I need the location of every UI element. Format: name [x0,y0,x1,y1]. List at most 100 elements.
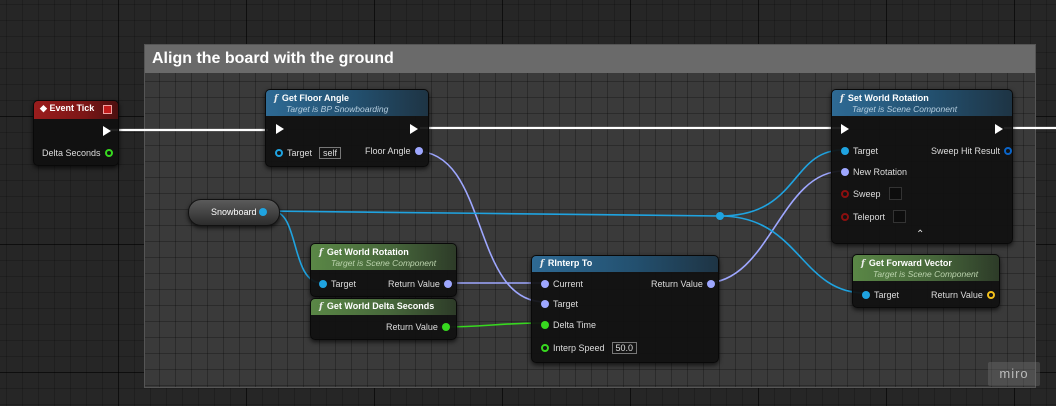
function-icon: f [319,248,323,258]
interp-speed-pin[interactable]: Interp Speed 50.0 [541,342,638,354]
snowboard-variable-node[interactable]: Snowboard [188,199,280,226]
current-label: Current [553,279,584,289]
delta-time-pin[interactable]: Delta Time [541,320,600,330]
delegate-pin-icon[interactable] [103,105,112,114]
function-icon: f [861,259,865,269]
new-rotation-label: New Rotation [853,167,908,177]
get-world-rotation-title-wrap: f Get World Rotation [319,247,409,258]
float-pin-icon[interactable] [541,344,549,352]
set-world-rotation-header: f Set World Rotation Target is Scene Comp… [832,90,1012,116]
get-world-delta-header: f Get World Delta Seconds [311,299,456,315]
exec-out-pin[interactable] [410,124,418,134]
object-pin-icon[interactable] [841,147,849,155]
delta-seconds-pin[interactable]: Delta Seconds [42,148,113,158]
bool-pin-icon[interactable] [841,212,849,221]
interp-speed-field[interactable]: 50.0 [611,342,638,354]
get-forward-vector-title-wrap: f Get Forward Vector [861,258,952,269]
get-floor-angle-title-wrap: f Get Floor Angle [274,93,349,104]
float-pin-icon[interactable] [441,323,450,331]
get-world-rotation-node[interactable]: f Get World Rotation Target is Scene Comp… [310,243,457,297]
function-icon: f [274,94,278,104]
object-pin-icon[interactable] [862,291,870,299]
bool-pin-icon[interactable] [841,189,849,198]
return-value-label: Return Value [386,322,438,332]
vector-pin-icon[interactable] [986,291,995,299]
exec-out-pin[interactable] [103,126,111,136]
target-pin[interactable]: Target self [275,147,342,159]
get-floor-angle-header: f Get Floor Angle Target is BP Snowboardi… [266,90,428,116]
rotator-pin-icon[interactable] [443,280,452,288]
rotator-pin-icon[interactable] [841,168,849,176]
target-pin[interactable]: Target [541,299,582,309]
object-pin-icon[interactable] [319,280,327,288]
get-forward-vector-node[interactable]: f Get Forward Vector Target is Scene Comp… [852,254,1000,308]
function-icon: f [540,259,544,269]
set-world-rotation-subtitle: Target is Scene Component [852,104,958,114]
rotator-pin-icon[interactable] [414,147,423,155]
sweep-checkbox[interactable] [888,187,902,200]
get-world-rotation-header: f Get World Rotation Target is Scene Comp… [311,244,456,270]
return-value-pin[interactable]: Return Value [927,290,995,300]
sweep-pin[interactable]: Sweep [841,187,902,200]
get-world-rotation-subtitle: Target is Scene Component [331,258,437,268]
target-self-field[interactable]: self [319,147,342,159]
floor-angle-label: Floor Angle [365,146,411,156]
event-tick-node[interactable]: ◆ Event Tick Delta Seconds [33,100,119,166]
return-value-label: Return Value [651,279,703,289]
exec-in-pin[interactable] [276,124,284,134]
set-world-rotation-node[interactable]: f Set World Rotation Target is Scene Comp… [831,89,1013,244]
sweep-hit-result-pin[interactable]: Sweep Hit Result [927,146,1013,156]
rinterp-title: RInterp To [547,258,593,268]
get-world-delta-title-wrap: f Get World Delta Seconds [319,301,434,312]
get-forward-vector-subtitle: Target is Scene Component [873,269,979,279]
event-tick-header: ◆ Event Tick [34,101,118,119]
floor-angle-pin[interactable]: Floor Angle [361,146,423,156]
interp-speed-label: Interp Speed [553,343,605,353]
comment-title[interactable]: Align the board with the ground [145,45,1035,73]
get-forward-vector-title: Get Forward Vector [868,258,952,268]
return-value-pin[interactable]: Return Value [384,279,452,289]
snowboard-label: Snowboard [211,207,257,217]
target-pin[interactable]: Target [319,279,360,289]
delta-time-label: Delta Time [553,320,597,330]
get-forward-vector-header: f Get Forward Vector Target is Scene Comp… [853,255,999,281]
struct-pin-icon[interactable] [1004,147,1013,155]
teleport-pin[interactable]: Teleport [841,210,907,223]
return-value-label: Return Value [388,279,440,289]
set-world-rotation-title-wrap: f Set World Rotation [840,93,929,104]
return-value-label: Return Value [931,290,983,300]
teleport-checkbox[interactable] [893,210,907,223]
miro-watermark: miro [988,362,1040,386]
get-world-delta-seconds-node[interactable]: f Get World Delta Seconds Return Value [310,298,457,340]
function-icon: f [319,302,323,312]
target-label: Target [287,148,313,158]
rotator-pin-icon[interactable] [541,300,549,308]
target-pin[interactable]: Target [862,290,903,300]
get-floor-angle-node[interactable]: f Get Floor Angle Target is BP Snowboardi… [265,89,429,167]
float-pin-icon[interactable] [541,321,549,329]
get-world-rotation-title: Get World Rotation [326,247,409,257]
rinterp-to-node[interactable]: f RInterp To Current Return Value Target … [531,255,719,363]
exec-in-pin[interactable] [841,124,849,134]
teleport-label: Teleport [853,211,886,222]
exec-out-pin[interactable] [995,124,1003,134]
target-label: Target [553,299,579,309]
event-tick-title-wrap: ◆ Event Tick [40,103,94,114]
get-floor-angle-subtitle: Target is BP Snowboarding [286,104,389,114]
rotator-pin-icon[interactable] [541,280,549,288]
object-pin-icon[interactable] [259,208,267,216]
return-value-pin[interactable]: Return Value [647,279,715,289]
rinterp-title-wrap: f RInterp To [540,258,592,269]
delta-seconds-label: Delta Seconds [42,148,101,158]
object-pin-icon[interactable] [275,149,283,157]
get-world-delta-title: Get World Delta Seconds [326,301,435,311]
current-pin[interactable]: Current [541,279,587,289]
set-world-rotation-title: Set World Rotation [847,93,929,103]
expand-arrow-icon[interactable]: ⌃ [916,229,924,240]
rinterp-header: f RInterp To [532,256,718,272]
new-rotation-pin[interactable]: New Rotation [841,167,911,177]
float-pin-icon[interactable] [104,149,113,157]
target-pin[interactable]: Target [841,146,882,156]
rotator-pin-icon[interactable] [706,280,715,288]
return-value-pin[interactable]: Return Value [382,322,450,332]
